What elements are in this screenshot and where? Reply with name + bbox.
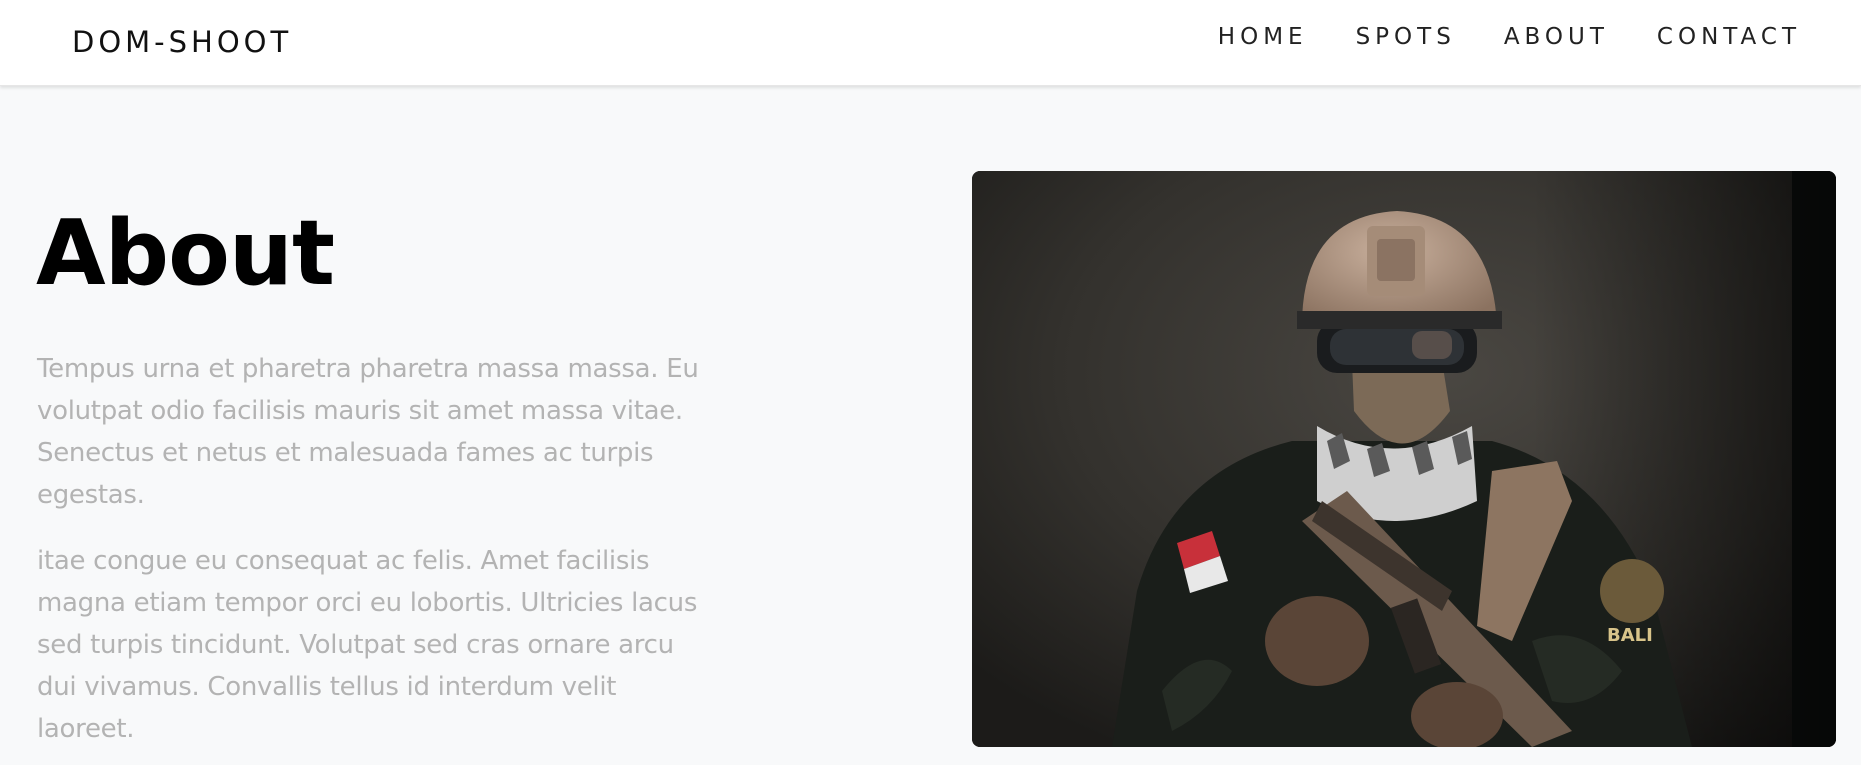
about-paragraph-1: Tempus urna et pharetra pharetra massa m…	[37, 354, 699, 510]
top-navbar: DOM-SHOOT HOME SPOTS ABOUT CONTACT	[0, 0, 1861, 86]
nav-link-home[interactable]: HOME	[1218, 24, 1308, 50]
brand-logo-link[interactable]: DOM-SHOOT	[72, 25, 292, 59]
about-paragraph-2: itae congue eu consequat ac felis. Amet …	[37, 546, 698, 744]
page-title: About	[36, 201, 335, 306]
airsoft-player-image: BALI	[972, 171, 1836, 747]
nav-link-contact[interactable]: CONTACT	[1657, 24, 1801, 50]
nav-link-about[interactable]: ABOUT	[1504, 24, 1609, 50]
about-photo: BALI	[972, 171, 1836, 747]
main-nav: HOME SPOTS ABOUT CONTACT	[1218, 24, 1801, 50]
nav-link-spots[interactable]: SPOTS	[1356, 24, 1456, 50]
patch-text: BALI	[1607, 625, 1653, 646]
